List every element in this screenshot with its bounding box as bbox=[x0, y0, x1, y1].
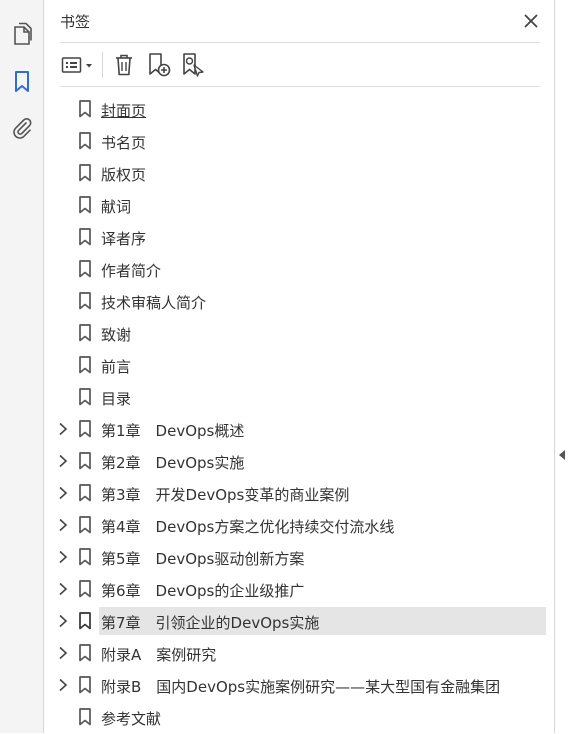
attachments-button[interactable] bbox=[8, 114, 36, 142]
bookmark-icon bbox=[78, 132, 92, 150]
bookmark-icon bbox=[78, 260, 92, 278]
panel-title: 书签 bbox=[60, 13, 91, 31]
expand-chevron-icon[interactable] bbox=[56, 486, 70, 500]
bookmark-icon bbox=[78, 612, 92, 630]
bookmark-icon bbox=[78, 356, 92, 374]
toolbar-divider bbox=[60, 86, 540, 87]
bookmark-icon bbox=[78, 484, 92, 502]
bookmark-icon bbox=[78, 292, 92, 310]
page-thumbnails-icon bbox=[14, 22, 32, 45]
bookmark-label: 第2章 DevOps实施 bbox=[101, 454, 245, 472]
bookmark-label: 第1章 DevOps概述 bbox=[101, 422, 245, 440]
bookmark-item[interactable]: 封面页 bbox=[44, 94, 554, 126]
bookmark-icon bbox=[78, 548, 92, 566]
expand-chevron-icon[interactable] bbox=[56, 550, 70, 564]
bookmarks-toolbar bbox=[60, 48, 540, 82]
bookmark-item[interactable]: 第5章 DevOps驱动创新方案 bbox=[44, 542, 554, 574]
bookmark-label: 附录B 国内DevOps实施案例研究——某大型国有金融集团 bbox=[101, 678, 501, 696]
bookmark-label: 封面页 bbox=[101, 102, 147, 120]
close-button[interactable] bbox=[520, 10, 542, 32]
bookmark-item[interactable]: 第6章 DevOps的企业级推广 bbox=[44, 574, 554, 606]
bookmark-label: 附录A 案例研究 bbox=[101, 646, 217, 664]
find-bookmark-icon bbox=[183, 53, 204, 77]
bookmark-item[interactable]: 第3章 开发DevOps变革的商业案例 bbox=[44, 478, 554, 510]
bookmark-label: 第3章 开发DevOps变革的商业案例 bbox=[101, 486, 350, 504]
options-menu-button[interactable] bbox=[60, 50, 98, 80]
page-thumbnails-button[interactable] bbox=[8, 20, 36, 48]
bookmark-label: 目录 bbox=[101, 390, 132, 408]
collapse-panel-arrow-icon[interactable] bbox=[559, 450, 565, 460]
bookmark-icon bbox=[78, 452, 92, 470]
bookmark-label: 技术审稿人简介 bbox=[101, 294, 207, 312]
bookmark-icon bbox=[78, 164, 92, 182]
bookmark-item[interactable]: 第2章 DevOps实施 bbox=[44, 446, 554, 478]
bookmark-label: 致谢 bbox=[101, 326, 132, 344]
bookmark-label: 译者序 bbox=[101, 230, 147, 248]
bookmark-label: 第7章 引领企业的DevOps实施 bbox=[101, 614, 320, 632]
bookmark-label: 献词 bbox=[101, 198, 132, 216]
add-bookmark-icon bbox=[149, 53, 171, 77]
bookmark-item[interactable]: 版权页 bbox=[44, 158, 554, 190]
bookmark-icon bbox=[78, 324, 92, 342]
toolbar-separator bbox=[102, 52, 103, 78]
bookmark-list: 封面页 书名页 版权页 献词 译者序 作者简介 技术审稿人简介 致谢 前言 目录… bbox=[44, 94, 554, 734]
bookmark-icon bbox=[78, 644, 92, 662]
bookmark-icon bbox=[78, 516, 92, 534]
bookmark-item[interactable]: 目录 bbox=[44, 382, 554, 414]
navigation-rail bbox=[0, 0, 44, 733]
bookmark-item[interactable]: 第1章 DevOps概述 bbox=[44, 414, 554, 446]
expand-chevron-icon[interactable] bbox=[56, 646, 70, 660]
bookmark-item[interactable]: 附录A 案例研究 bbox=[44, 638, 554, 670]
bookmark-item[interactable]: 作者简介 bbox=[44, 254, 554, 286]
delete-bookmark-button[interactable] bbox=[110, 50, 138, 80]
expand-chevron-icon[interactable] bbox=[56, 454, 70, 468]
find-bookmark-button[interactable] bbox=[178, 50, 208, 80]
bookmark-icon bbox=[78, 100, 92, 118]
bookmark-label: 作者简介 bbox=[101, 262, 162, 280]
bookmark-icon bbox=[78, 420, 92, 438]
bookmark-item[interactable]: 致谢 bbox=[44, 318, 554, 350]
panel-header: 书签 bbox=[44, 0, 554, 42]
panel-collapse-strip bbox=[554, 0, 575, 733]
expand-chevron-icon[interactable] bbox=[56, 518, 70, 532]
bookmark-item[interactable]: 献词 bbox=[44, 190, 554, 222]
bookmark-icon bbox=[78, 708, 92, 726]
bookmark-item[interactable]: 技术审稿人简介 bbox=[44, 286, 554, 318]
bookmark-icon bbox=[78, 676, 92, 694]
bookmark-item[interactable]: 第4章 DevOps方案之优化持续交付流水线 bbox=[44, 510, 554, 542]
bookmarks-panel: 书签 封面页 书名页 版权页 献词 译者序 作者简介 技术审稿人简介 致谢 前言… bbox=[44, 0, 554, 733]
options-menu-icon bbox=[61, 57, 92, 73]
bookmark-item[interactable]: 参考文献 bbox=[44, 702, 554, 734]
add-bookmark-button[interactable] bbox=[144, 50, 174, 80]
expand-chevron-icon[interactable] bbox=[56, 678, 70, 692]
bookmark-item[interactable]: 译者序 bbox=[44, 222, 554, 254]
bookmark-label: 第4章 DevOps方案之优化持续交付流水线 bbox=[101, 518, 395, 536]
bookmark-icon bbox=[78, 388, 92, 406]
bookmark-label: 第6章 DevOps的企业级推广 bbox=[101, 582, 305, 600]
expand-chevron-icon[interactable] bbox=[56, 614, 70, 628]
bookmark-item[interactable]: 前言 bbox=[44, 350, 554, 382]
paperclip-icon bbox=[13, 118, 32, 139]
bookmark-icon bbox=[15, 71, 29, 92]
bookmark-icon bbox=[78, 196, 92, 214]
close-icon bbox=[524, 14, 538, 28]
bookmark-label: 参考文献 bbox=[101, 710, 162, 728]
bookmark-icon bbox=[78, 580, 92, 598]
bookmark-item[interactable]: 第7章 引领企业的DevOps实施 bbox=[44, 606, 554, 638]
expand-chevron-icon[interactable] bbox=[56, 422, 70, 436]
trash-icon bbox=[116, 54, 132, 76]
bookmarks-panel-button[interactable] bbox=[8, 68, 36, 96]
header-divider bbox=[60, 42, 540, 43]
expand-chevron-icon[interactable] bbox=[56, 582, 70, 596]
bookmark-label: 版权页 bbox=[101, 166, 147, 184]
bookmark-label: 第5章 DevOps驱动创新方案 bbox=[101, 550, 305, 568]
bookmark-icon bbox=[78, 228, 92, 246]
bookmark-item[interactable]: 书名页 bbox=[44, 126, 554, 158]
bookmark-label: 书名页 bbox=[101, 134, 147, 152]
bookmark-label: 前言 bbox=[101, 358, 132, 376]
bookmark-item[interactable]: 附录B 国内DevOps实施案例研究——某大型国有金融集团 bbox=[44, 670, 554, 702]
